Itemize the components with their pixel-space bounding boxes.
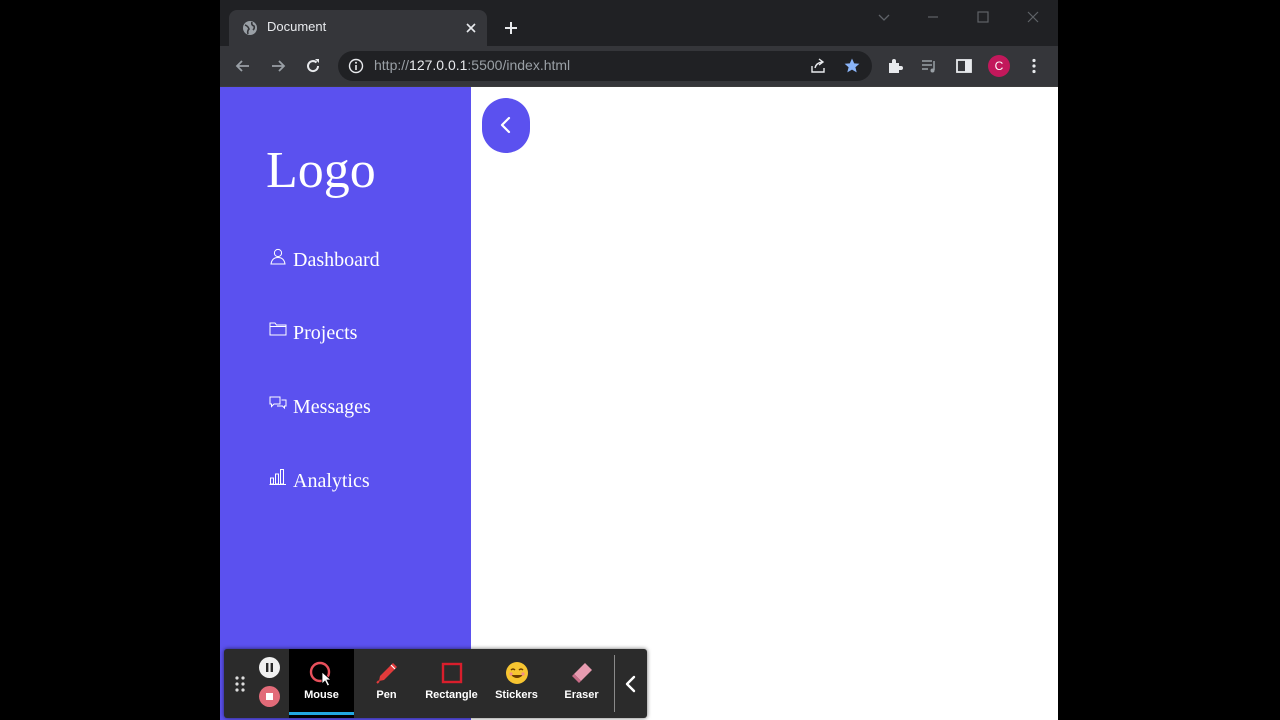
address-bar[interactable]: http://127.0.0.1:5500/index.html — [338, 51, 872, 81]
url-host: 127.0.0.1 — [409, 57, 468, 73]
recorder-toolbar: Mouse Pen Rectangle Stickers Eraser — [224, 649, 647, 718]
new-tab-icon[interactable] — [503, 20, 519, 36]
divider — [614, 655, 615, 712]
extensions-puzzle-icon[interactable] — [886, 57, 904, 75]
side-panel-icon[interactable] — [955, 57, 973, 75]
chevron-left-icon — [500, 116, 511, 134]
tool-eraser[interactable]: Eraser — [549, 649, 614, 718]
minimize-icon[interactable] — [926, 10, 940, 24]
sticker-smiley-icon — [506, 662, 528, 684]
site-info-icon[interactable] — [348, 58, 364, 74]
sidebar-item-label: Analytics — [293, 470, 370, 492]
sidebar-toggle-button[interactable] — [482, 98, 530, 153]
share-icon[interactable] — [809, 57, 827, 75]
drag-handle-icon[interactable] — [234, 675, 246, 693]
sidebar-item-label: Messages — [293, 396, 371, 418]
tool-label: Mouse — [304, 689, 339, 701]
url-scheme: http:// — [374, 57, 410, 73]
chat-icon — [269, 396, 287, 410]
page-viewport: Logo Dashboard Projects Messages Analyti… — [220, 87, 1058, 720]
maximize-icon[interactable] — [976, 10, 990, 24]
sidebar-item-label: Dashboard — [293, 249, 380, 271]
url-text: http://127.0.0.1:5500/index.html — [374, 57, 570, 73]
tool-label: Rectangle — [425, 689, 478, 701]
tool-label: Pen — [376, 689, 397, 701]
tab-title: Document — [267, 19, 327, 34]
sidebar-item-analytics[interactable]: Analytics — [269, 468, 449, 496]
globe-icon — [243, 21, 257, 35]
pen-icon — [376, 663, 397, 684]
tool-mouse[interactable]: Mouse — [289, 649, 354, 718]
eraser-icon — [572, 663, 592, 683]
collapse-chevron-icon[interactable] — [622, 673, 640, 695]
url-path: :5500/index.html — [467, 57, 571, 73]
browser-toolbar: http://127.0.0.1:5500/index.html C — [220, 46, 1058, 87]
folder-icon — [269, 322, 287, 336]
tool-label: Stickers — [495, 689, 538, 701]
stop-icon — [266, 693, 273, 700]
bar-chart-icon — [269, 469, 286, 485]
bookmark-star-icon[interactable] — [843, 57, 861, 75]
browser-tab[interactable]: Document — [229, 10, 487, 46]
tool-pen[interactable]: Pen — [354, 649, 419, 718]
reload-icon[interactable] — [304, 57, 322, 75]
tool-label: Eraser — [564, 689, 599, 701]
tool-stickers[interactable]: Stickers — [484, 649, 549, 718]
browser-window: Document http://127.0.0.1:5500/index.htm… — [220, 0, 1058, 720]
sidebar-item-label: Projects — [293, 322, 358, 344]
pause-icon — [266, 663, 273, 672]
close-tab-icon[interactable] — [464, 21, 478, 35]
forward-arrow-icon[interactable] — [269, 57, 287, 75]
tab-search-chevron-icon[interactable] — [877, 10, 891, 24]
sidebar-item-dashboard[interactable]: Dashboard — [269, 247, 449, 275]
kebab-menu-icon[interactable] — [1025, 57, 1043, 75]
tool-rectangle[interactable]: Rectangle — [419, 649, 484, 718]
user-icon — [270, 248, 286, 265]
close-window-icon[interactable] — [1026, 10, 1040, 24]
mouse-cursor-icon — [309, 661, 333, 686]
rectangle-icon — [441, 662, 463, 684]
back-arrow-icon[interactable] — [234, 57, 252, 75]
sidebar: Logo Dashboard Projects Messages Analyti… — [220, 87, 471, 720]
media-queue-icon[interactable] — [920, 57, 938, 75]
tab-strip: Document — [220, 0, 1058, 46]
pause-recording-button[interactable] — [259, 657, 280, 678]
profile-avatar[interactable]: C — [988, 55, 1010, 77]
sidebar-item-projects[interactable]: Projects — [269, 320, 449, 348]
stop-recording-button[interactable] — [259, 686, 280, 707]
sidebar-item-messages[interactable]: Messages — [269, 394, 449, 422]
logo: Logo — [266, 142, 376, 199]
